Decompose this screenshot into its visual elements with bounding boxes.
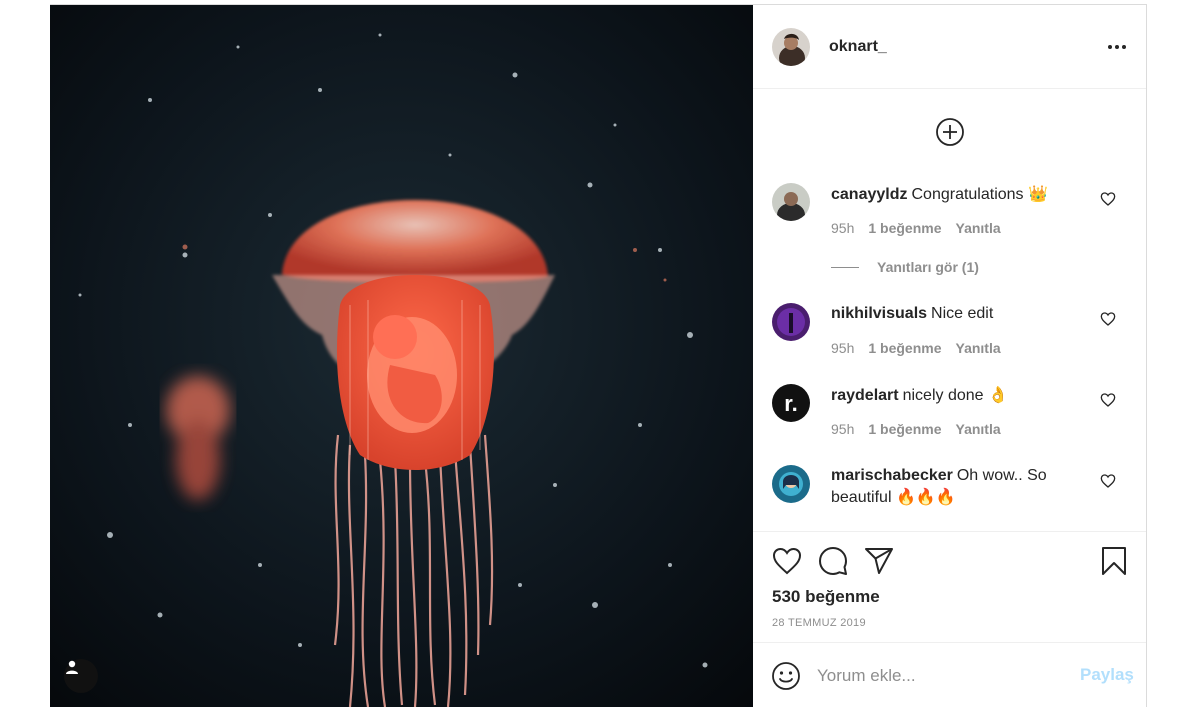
dot-icon [1122, 45, 1126, 49]
comment-likes[interactable]: 1 beğenme [868, 340, 941, 356]
comment-input[interactable] [817, 663, 1067, 689]
tagged-people-button[interactable] [64, 659, 98, 693]
commenter-avatar[interactable] [772, 465, 810, 503]
commenter-avatar[interactable] [772, 303, 810, 341]
post-actions: 530 beğenme 28 TEMMUZ 2019 [753, 531, 1146, 643]
post-image[interactable] [50, 5, 753, 707]
comment-text: raydelart nicely done 👌 [831, 384, 1101, 406]
commenter-avatar[interactable] [772, 183, 810, 221]
user-icon [66, 660, 78, 674]
comment-likes[interactable]: 1 beğenme [868, 421, 941, 437]
comment-age[interactable]: 95h [831, 421, 854, 437]
svg-text:r.: r. [784, 391, 797, 416]
share-paper-plane-icon[interactable] [863, 545, 895, 577]
post-sidebar: oknart_ canayyldzCongratulations 👑 95h [753, 5, 1146, 707]
comment-bubble-icon[interactable] [817, 545, 849, 577]
comment-username[interactable]: canayyldz [831, 186, 907, 203]
replies-divider [831, 266, 859, 268]
reply-button[interactable]: Yanıtla [956, 421, 1001, 437]
heart-icon[interactable] [1100, 392, 1116, 408]
comment-age[interactable]: 95h [831, 340, 854, 356]
more-options-button[interactable] [1105, 37, 1129, 57]
post-header: oknart_ [753, 5, 1146, 89]
dot-icon [1108, 45, 1112, 49]
jellyfish-artwork [50, 5, 753, 707]
like-count[interactable]: 530 beğenme [772, 587, 880, 607]
comment-meta: 95h 1 beğenme Yanıtla [831, 220, 1001, 236]
comment-body: Congratulations [911, 186, 1024, 203]
author-avatar[interactable] [772, 28, 810, 66]
ok-hand-emoji: 👌 [988, 385, 1008, 404]
commenter-avatar[interactable]: r. [772, 384, 810, 422]
heart-icon[interactable] [1100, 473, 1116, 489]
crown-emoji: 👑 [1028, 184, 1048, 203]
comment-text: canayyldz Congratulations 👑 [831, 183, 1101, 205]
post-comment-button[interactable]: Paylaş [1080, 665, 1134, 685]
comment-body: nicely done [902, 387, 984, 404]
post-date[interactable]: 28 TEMMUZ 2019 [772, 617, 866, 629]
comment-text: marischabecker Oh wow.. So beautiful 🔥🔥🔥 [831, 465, 1101, 508]
comment-username[interactable]: nikhilvisuals [831, 305, 927, 322]
heart-icon[interactable] [1100, 311, 1116, 327]
comment-meta: 95h 1 beğenme Yanıtla [831, 421, 1001, 437]
reply-button[interactable]: Yanıtla [956, 340, 1001, 356]
view-replies-label: Yanıtları gör (1) [877, 259, 979, 275]
bookmark-icon[interactable] [1098, 545, 1130, 577]
emoji-smiley-icon[interactable] [771, 661, 801, 691]
comment-age[interactable]: 95h [831, 220, 854, 236]
view-replies-button[interactable]: Yanıtları gör (1) [831, 259, 979, 275]
comment-meta: 95h 1 beğenme Yanıtla [831, 340, 1001, 356]
fire-emoji: 🔥🔥🔥 [895, 487, 956, 506]
reply-button[interactable]: Yanıtla [956, 220, 1001, 236]
comment-text: nikhilvisuals Nice edit [831, 303, 1101, 324]
load-more-comments-icon[interactable] [934, 116, 966, 148]
heart-icon[interactable] [1100, 191, 1116, 207]
dot-icon [1115, 45, 1119, 49]
like-heart-icon[interactable] [771, 545, 803, 577]
comment-likes[interactable]: 1 beğenme [868, 220, 941, 236]
comment-username[interactable]: marischabecker [831, 467, 953, 484]
comment-username[interactable]: raydelart [831, 387, 899, 404]
add-comment-bar: Paylaş [753, 642, 1146, 707]
post-dialog: oknart_ canayyldzCongratulations 👑 95h [50, 4, 1147, 707]
author-username[interactable]: oknart_ [829, 38, 887, 56]
comment-body: Nice edit [931, 305, 994, 322]
